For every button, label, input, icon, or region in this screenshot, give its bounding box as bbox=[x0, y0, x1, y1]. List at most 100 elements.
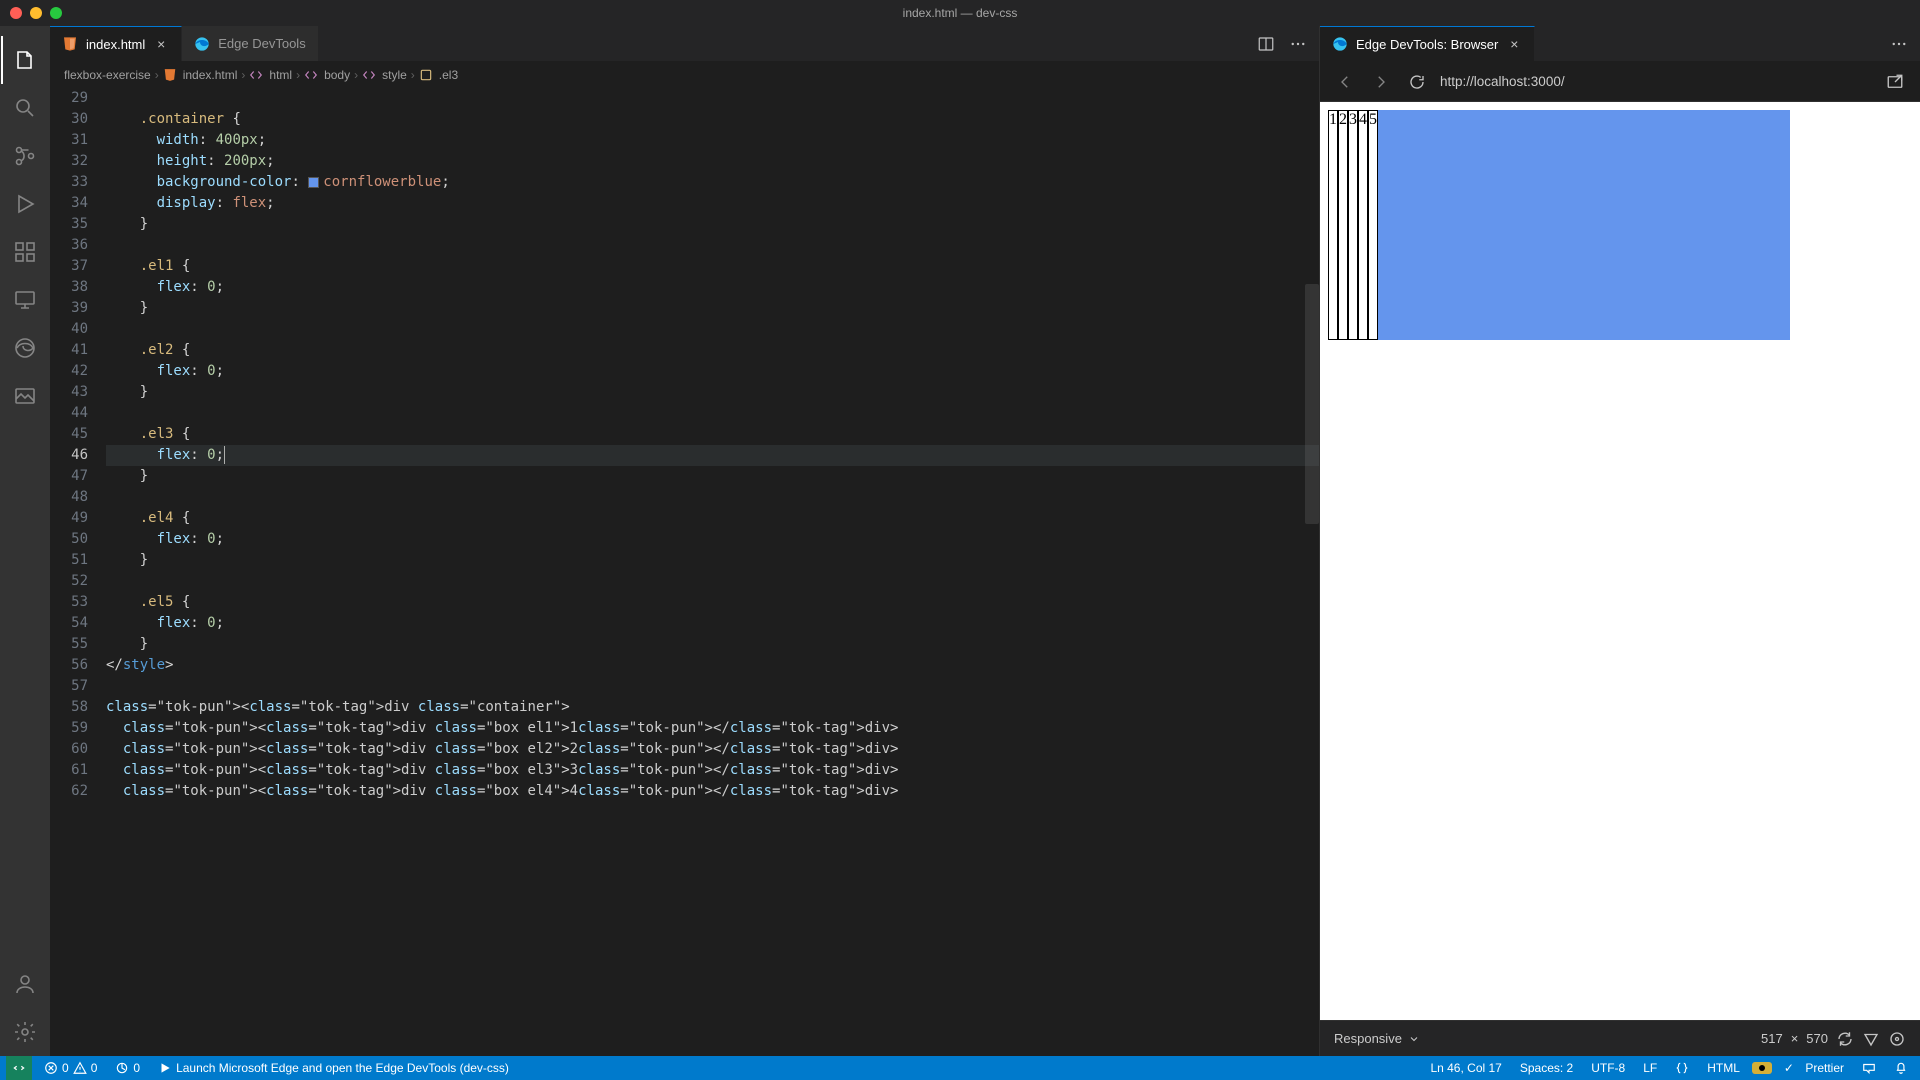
extensions-icon[interactable] bbox=[1, 228, 49, 276]
code-line[interactable]: .el2 { bbox=[106, 340, 1319, 361]
viewport-height[interactable]: 570 bbox=[1806, 1031, 1828, 1046]
run-debug-icon[interactable] bbox=[1, 180, 49, 228]
minimap-scrollbar[interactable] bbox=[1305, 284, 1319, 524]
code-line[interactable]: display: flex; bbox=[106, 193, 1319, 214]
code-line[interactable]: .el3 { bbox=[106, 424, 1319, 445]
minimize-window-icon[interactable] bbox=[30, 7, 42, 19]
code-line[interactable]: flex: 0; bbox=[106, 613, 1319, 634]
encoding[interactable]: UTF-8 bbox=[1585, 1061, 1631, 1075]
code-line[interactable] bbox=[106, 235, 1319, 256]
code-editor[interactable]: 2930313233343536373839404142434445464748… bbox=[50, 88, 1319, 1056]
go-live-icon[interactable] bbox=[1752, 1062, 1772, 1074]
device-select[interactable]: Responsive bbox=[1334, 1031, 1420, 1046]
code-content[interactable]: .container { width: 400px; height: 200px… bbox=[106, 88, 1319, 1056]
cursor-position[interactable]: Ln 46, Col 17 bbox=[1424, 1061, 1507, 1075]
screenshot-icon[interactable] bbox=[1862, 1030, 1880, 1048]
code-line[interactable]: } bbox=[106, 298, 1319, 319]
code-line[interactable] bbox=[106, 676, 1319, 697]
code-line[interactable]: } bbox=[106, 382, 1319, 403]
code-line[interactable]: flex: 0; bbox=[106, 361, 1319, 382]
code-line[interactable]: flex: 0; bbox=[106, 529, 1319, 550]
code-line[interactable] bbox=[106, 571, 1319, 592]
close-icon[interactable]: × bbox=[153, 36, 169, 52]
feedback-icon[interactable] bbox=[1856, 1061, 1882, 1075]
more-actions-icon[interactable] bbox=[1886, 31, 1912, 57]
code-line[interactable] bbox=[106, 487, 1319, 508]
remote-indicator[interactable] bbox=[6, 1056, 32, 1080]
html-file-icon bbox=[163, 68, 177, 82]
indentation[interactable]: Spaces: 2 bbox=[1514, 1061, 1579, 1075]
ports-indicator[interactable]: 0 bbox=[109, 1056, 146, 1080]
breadcrumb[interactable]: flexbox-exercise › index.html › html › b… bbox=[50, 62, 1319, 88]
code-line[interactable]: flex: 0; bbox=[106, 277, 1319, 298]
eol[interactable]: LF bbox=[1637, 1061, 1663, 1075]
code-line[interactable]: </style> bbox=[106, 655, 1319, 676]
device-settings-icon[interactable] bbox=[1888, 1030, 1906, 1048]
code-line[interactable]: height: 200px; bbox=[106, 151, 1319, 172]
edge-icon bbox=[194, 36, 210, 52]
app-root: index.html — dev-css index.html × bbox=[0, 0, 1920, 1080]
code-line[interactable]: background-color: cornflowerblue; bbox=[106, 172, 1319, 193]
image-preview-icon[interactable] bbox=[1, 372, 49, 420]
code-line[interactable]: class="tok-pun"><class="tok-tag">div cla… bbox=[106, 739, 1319, 760]
search-icon[interactable] bbox=[1, 84, 49, 132]
tab-edge-devtools[interactable]: Edge DevTools bbox=[182, 26, 318, 61]
crumb-body[interactable]: body bbox=[324, 68, 350, 82]
code-line[interactable]: class="tok-pun"><class="tok-tag">div cla… bbox=[106, 718, 1319, 739]
code-line[interactable]: class="tok-pun"><class="tok-tag">div cla… bbox=[106, 760, 1319, 781]
remote-explorer-icon[interactable] bbox=[1, 276, 49, 324]
source-control-icon[interactable] bbox=[1, 132, 49, 180]
close-icon[interactable]: × bbox=[1506, 36, 1522, 52]
account-icon[interactable] bbox=[1, 960, 49, 1008]
tab-label: index.html bbox=[86, 37, 145, 52]
code-line[interactable]: class="tok-pun"><class="tok-tag">div cla… bbox=[106, 781, 1319, 802]
more-actions-icon[interactable] bbox=[1285, 31, 1311, 57]
chevron-right-icon: › bbox=[241, 68, 245, 82]
language-mode[interactable]: HTML bbox=[1701, 1061, 1746, 1075]
crumb-html[interactable]: html bbox=[269, 68, 292, 82]
back-icon[interactable] bbox=[1332, 69, 1358, 95]
code-line[interactable] bbox=[106, 403, 1319, 424]
code-line[interactable]: flex: 0; bbox=[106, 445, 1319, 466]
tab-index-html[interactable]: index.html × bbox=[50, 26, 182, 61]
reload-icon[interactable] bbox=[1404, 69, 1430, 95]
code-line[interactable]: } bbox=[106, 550, 1319, 571]
url-bar[interactable]: http://localhost:3000/ bbox=[1440, 74, 1872, 89]
maximize-window-icon[interactable] bbox=[50, 7, 62, 19]
rendered-box: 4 bbox=[1358, 110, 1368, 340]
code-line[interactable]: } bbox=[106, 214, 1319, 235]
code-line[interactable]: width: 400px; bbox=[106, 130, 1319, 151]
forward-icon[interactable] bbox=[1368, 69, 1394, 95]
close-window-icon[interactable] bbox=[10, 7, 22, 19]
css-selector-icon bbox=[419, 68, 433, 82]
tab-edge-browser[interactable]: Edge DevTools: Browser × bbox=[1320, 26, 1535, 61]
code-line[interactable] bbox=[106, 319, 1319, 340]
crumb-style[interactable]: style bbox=[382, 68, 407, 82]
code-line[interactable]: .el1 { bbox=[106, 256, 1319, 277]
crumb-selector[interactable]: .el3 bbox=[439, 68, 458, 82]
chevron-right-icon: › bbox=[354, 68, 358, 82]
gear-icon[interactable] bbox=[1, 1008, 49, 1056]
code-line[interactable]: .el5 { bbox=[106, 592, 1319, 613]
crumb-file[interactable]: index.html bbox=[183, 68, 238, 82]
bell-icon[interactable] bbox=[1888, 1061, 1914, 1075]
code-line[interactable]: class="tok-pun"><class="tok-tag">div cla… bbox=[106, 697, 1319, 718]
crumb-project[interactable]: flexbox-exercise bbox=[64, 68, 151, 82]
viewport-width[interactable]: 517 bbox=[1761, 1031, 1783, 1046]
code-line[interactable]: } bbox=[106, 466, 1319, 487]
code-line[interactable]: .el4 { bbox=[106, 508, 1319, 529]
explorer-icon[interactable] bbox=[1, 36, 49, 84]
code-line[interactable]: .container { bbox=[106, 109, 1319, 130]
preview-viewport[interactable]: 12345 bbox=[1320, 102, 1920, 1020]
prettier-status[interactable]: ✓ Prettier bbox=[1778, 1061, 1850, 1075]
rotate-icon[interactable] bbox=[1836, 1030, 1854, 1048]
code-line[interactable]: } bbox=[106, 634, 1319, 655]
code-braces-icon[interactable] bbox=[1669, 1061, 1695, 1075]
main-area: index.html × Edge DevTools flexbox-exerc… bbox=[0, 26, 1920, 1056]
open-external-icon[interactable] bbox=[1882, 69, 1908, 95]
edge-tools-icon[interactable] bbox=[1, 324, 49, 372]
launch-devtools[interactable]: Launch Microsoft Edge and open the Edge … bbox=[152, 1056, 515, 1080]
code-line[interactable] bbox=[106, 88, 1319, 109]
split-editor-icon[interactable] bbox=[1253, 31, 1279, 57]
errors-warnings[interactable]: 0 0 bbox=[38, 1056, 103, 1080]
